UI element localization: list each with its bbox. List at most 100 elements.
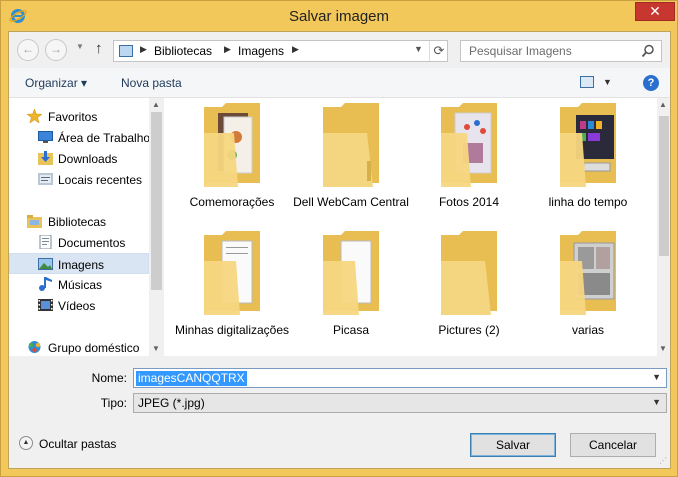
folder-item[interactable]: varias — [533, 226, 643, 346]
videos-icon — [38, 299, 53, 311]
refresh-icon[interactable]: ⟳ — [429, 41, 448, 61]
folder-icon — [441, 231, 497, 315]
folder-item[interactable]: linha do tempo — [533, 98, 643, 218]
sidebar-item-label: Downloads — [58, 152, 118, 166]
folder-icon — [560, 231, 616, 315]
sidebar-item-documentos[interactable]: Documentos — [9, 232, 149, 253]
sidebar-item-videos[interactable]: Vídeos — [9, 295, 149, 316]
filename-field[interactable]: imagesCANQQTRX ▼ — [133, 368, 667, 388]
breadcrumb-separator[interactable]: ▶ — [224, 44, 231, 55]
breadcrumb-separator[interactable]: ▶ — [292, 44, 299, 55]
scroll-up-icon[interactable]: ▲ — [152, 100, 160, 109]
window-title: Salvar imagem — [288, 8, 390, 25]
hide-folders-label[interactable]: Ocultar pastas — [39, 437, 116, 451]
search-icon[interactable] — [641, 44, 655, 58]
save-fields: Nome: imagesCANQQTRX ▼ Tipo: JPEG (*.jpg… — [9, 356, 670, 420]
dialog-footer: ▲ Ocultar pastas Salvar Cancelar ⋰ — [9, 420, 670, 468]
folder-label: Pictures (2) — [438, 323, 500, 337]
folder-label: linha do tempo — [548, 195, 628, 209]
close-button[interactable]: ✕ — [635, 2, 675, 21]
address-dropdown-icon[interactable]: ▼ — [414, 44, 423, 54]
folder-label: Minhas digitalizações — [174, 323, 290, 337]
sidebar-item-recent-places[interactable]: Locais recentes — [9, 169, 149, 190]
sidebar-item-label: Área de Trabalho — [58, 131, 151, 145]
dialog-client: ← → ▼ ↑ ▶ Bibliotecas ▶ Imagens ▶ ▼ ⟳ Pe… — [8, 31, 671, 469]
homegroup-icon — [28, 341, 41, 353]
scroll-down-icon[interactable]: ▼ — [152, 344, 160, 353]
folder-icon — [204, 103, 260, 187]
sidebar-scrollbar[interactable]: ▲ ▼ — [149, 98, 164, 356]
pictures-icon — [38, 258, 53, 270]
sidebar-item-label: Imagens — [58, 258, 105, 272]
command-toolbar: Organizar ▾ Nova pasta ▼ ? — [9, 68, 670, 98]
content-scroll-thumb[interactable] — [659, 116, 669, 256]
up-button[interactable]: ↑ — [95, 40, 103, 57]
chevron-down-icon[interactable]: ▼ — [652, 397, 661, 407]
recent-locations-dropdown[interactable]: ▼ — [76, 42, 84, 51]
breadcrumb-separator[interactable]: ▶ — [140, 44, 147, 55]
navigation-bar: ← → ▼ ↑ ▶ Bibliotecas ▶ Imagens ▶ ▼ ⟳ Pe… — [9, 32, 670, 68]
folder-item[interactable]: Pictures (2) — [414, 226, 524, 346]
folder-icon — [323, 103, 379, 187]
type-label: Tipo: — [100, 396, 127, 410]
folder-icon — [204, 231, 260, 315]
title-bar: Salvar imagem ✕ — [1, 1, 677, 31]
libraries-icon — [27, 215, 42, 228]
help-icon[interactable]: ? — [643, 75, 659, 91]
folder-label: Dell WebCam Central — [293, 195, 409, 209]
sidebar-item-musicas[interactable]: Músicas — [9, 274, 149, 295]
filename-value[interactable]: imagesCANQQTRX — [136, 371, 247, 386]
sidebar-item-bibliotecas[interactable]: Bibliotecas — [9, 211, 149, 232]
scroll-down-icon[interactable]: ▼ — [659, 344, 667, 353]
downloads-icon — [38, 151, 53, 165]
folder-item[interactable]: Fotos 2014 — [414, 98, 524, 218]
sidebar-item-favoritos[interactable]: Favoritos — [9, 106, 149, 127]
cancel-button[interactable]: Cancelar — [570, 433, 656, 457]
save-button[interactable]: Salvar — [470, 433, 556, 457]
resize-grip-icon[interactable]: ⋰ — [659, 456, 667, 465]
chevron-up-icon[interactable]: ▲ — [19, 436, 33, 450]
view-options-dropdown[interactable]: ▼ — [603, 77, 612, 87]
name-label: Nome: — [91, 371, 127, 385]
folder-item[interactable]: Minhas digitalizações — [175, 226, 289, 346]
file-type-select[interactable]: JPEG (*.jpg) ▼ — [133, 393, 667, 413]
folder-label: varias — [571, 323, 604, 337]
sidebar-item-label: Locais recentes — [58, 173, 143, 187]
music-icon — [39, 277, 52, 291]
chevron-down-icon[interactable]: ▼ — [652, 372, 661, 382]
breadcrumb-bibliotecas[interactable]: Bibliotecas — [154, 44, 212, 58]
search-box[interactable]: Pesquisar Imagens — [460, 40, 662, 62]
sidebar-item-homegroup[interactable]: Grupo doméstico — [9, 337, 149, 356]
address-bar[interactable]: ▶ Bibliotecas ▶ Imagens ▶ ▼ ⟳ — [113, 40, 448, 62]
folder-item[interactable]: Comemorações — [177, 98, 287, 218]
sidebar-item-downloads[interactable]: Downloads — [9, 148, 149, 169]
sidebar-item-desktop[interactable]: Área de Trabalho — [9, 127, 151, 148]
sidebar-item-imagens[interactable]: Imagens — [9, 253, 149, 274]
breadcrumb-imagens[interactable]: Imagens — [238, 44, 284, 58]
save-image-dialog: Salvar imagem ✕ ← → ▼ ↑ ▶ Bibliotecas ▶ … — [0, 0, 678, 477]
search-input[interactable]: Pesquisar Imagens — [469, 44, 572, 58]
scroll-up-icon[interactable]: ▲ — [659, 100, 667, 109]
folder-icon — [560, 103, 616, 187]
folder-label: Comemorações — [189, 195, 275, 209]
back-button[interactable]: ← — [17, 39, 39, 61]
change-view-icon[interactable] — [580, 76, 594, 88]
sidebar-item-label: Favoritos — [48, 110, 98, 124]
file-list-pane: Comemorações Dell WebCam Central Fotos 2… — [164, 98, 670, 356]
library-icon — [119, 45, 133, 57]
sidebar-item-label: Músicas — [58, 278, 103, 292]
organize-button[interactable]: Organizar ▾ — [25, 76, 87, 90]
file-type-value: JPEG (*.jpg) — [138, 396, 205, 410]
new-folder-button[interactable]: Nova pasta — [121, 76, 182, 90]
folder-label: Fotos 2014 — [438, 195, 500, 209]
forward-button[interactable]: → — [45, 39, 67, 61]
desktop-icon — [38, 131, 53, 143]
sidebar-item-label: Documentos — [58, 236, 126, 250]
folder-item[interactable]: Picasa — [296, 226, 406, 346]
content-scrollbar[interactable]: ▲ ▼ — [657, 98, 670, 356]
recent-places-icon — [38, 173, 53, 185]
folder-item[interactable]: Dell WebCam Central — [293, 98, 409, 218]
navigation-pane: Favoritos Área de Trabalho Downloads Loc… — [9, 98, 164, 356]
sidebar-scroll-thumb[interactable] — [151, 112, 162, 290]
sidebar-item-label: Grupo doméstico — [48, 341, 140, 355]
